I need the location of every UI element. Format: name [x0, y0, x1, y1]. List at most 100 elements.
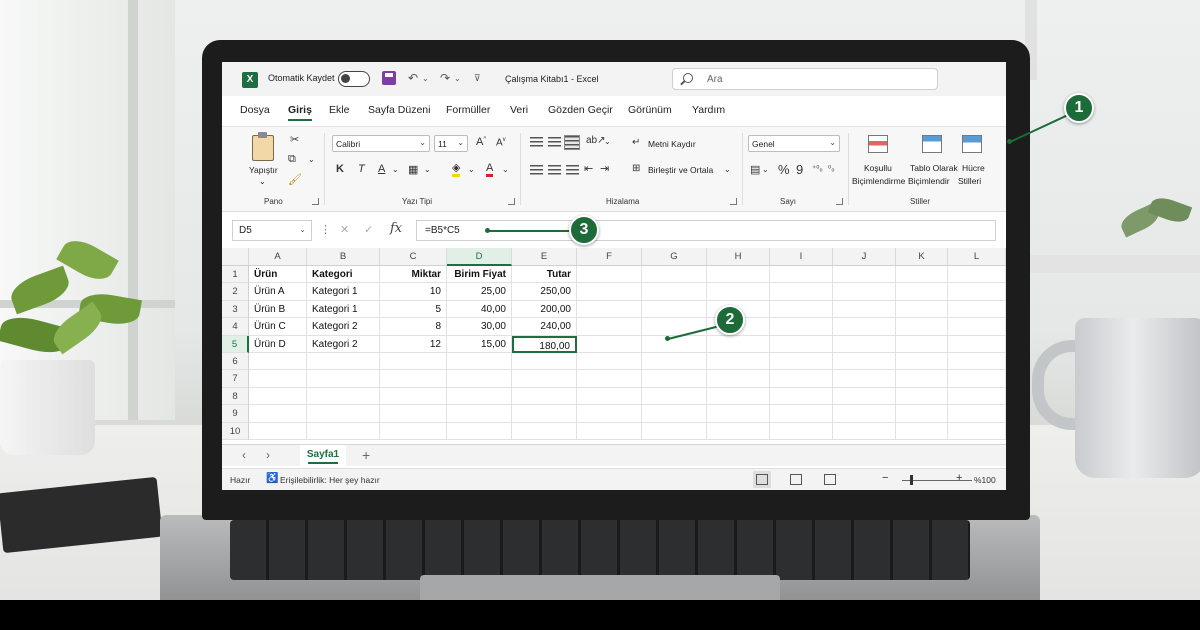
data-cell[interactable]: Ürün C [249, 318, 307, 336]
accounting-format-icon[interactable]: ▤ [750, 163, 760, 176]
decrease-indent-icon[interactable]: ⇤ [584, 162, 593, 175]
accessibility-status[interactable]: Erişilebilirlik: Her şey hazır [280, 475, 380, 485]
empty-cell[interactable] [707, 283, 770, 301]
font-launcher-icon[interactable] [508, 198, 515, 205]
increase-font-icon[interactable]: A^ [476, 136, 486, 148]
redo-icon[interactable]: ↷ [440, 71, 450, 85]
conditional-formatting-label-1[interactable]: Koşullu [864, 163, 892, 173]
paste-label[interactable]: Yapıştır [249, 165, 278, 175]
format-painter-icon[interactable]: 🖌 [288, 173, 302, 186]
cell-styles-label-2[interactable]: Stilleri [958, 176, 981, 186]
previous-sheet-icon[interactable]: ‹ [242, 448, 246, 462]
zoom-slider-thumb[interactable] [910, 475, 913, 485]
enter-check-icon[interactable]: ✓ [364, 223, 373, 236]
empty-cell[interactable] [642, 405, 707, 423]
next-sheet-icon[interactable]: › [266, 448, 270, 462]
empty-cell[interactable] [380, 405, 447, 423]
empty-cell[interactable] [577, 405, 642, 423]
header-cell[interactable]: Miktar [380, 266, 447, 284]
empty-cell[interactable] [307, 370, 380, 388]
data-cell[interactable]: Kategori 2 [307, 318, 380, 336]
empty-cell[interactable] [948, 387, 1006, 406]
column-header[interactable]: D [447, 248, 512, 266]
data-cell[interactable]: Kategori 2 [307, 335, 380, 353]
data-cell[interactable]: Ürün A [249, 283, 307, 301]
empty-cell[interactable] [642, 266, 707, 284]
empty-cell[interactable] [642, 353, 707, 371]
empty-cell[interactable] [948, 283, 1006, 301]
empty-cell[interactable] [833, 370, 896, 388]
font-color-icon[interactable]: A [486, 163, 494, 177]
empty-cell[interactable] [707, 387, 770, 406]
cell-styles-label-1[interactable]: Hücre [962, 163, 985, 173]
data-cell[interactable]: 250,00 [512, 283, 577, 301]
column-header[interactable]: F [577, 248, 642, 266]
more-options-icon[interactable]: ⋮ [320, 223, 331, 236]
empty-cell[interactable] [512, 422, 577, 440]
decrease-decimal-icon[interactable]: ⁰₀ [828, 164, 835, 173]
empty-cell[interactable] [770, 300, 833, 319]
empty-cell[interactable] [707, 370, 770, 388]
row-header[interactable]: 7 [222, 370, 249, 388]
align-left-icon[interactable] [530, 165, 543, 176]
data-cell[interactable]: 10 [380, 283, 447, 301]
italic-button[interactable]: T [358, 163, 365, 175]
empty-cell[interactable] [249, 353, 307, 371]
tab-sayfa-duzeni[interactable]: Sayfa Düzeni [368, 104, 430, 116]
sheet-tab-sayfa1[interactable]: Sayfa1 [300, 445, 346, 466]
data-cell[interactable]: Kategori 1 [307, 300, 380, 319]
empty-cell[interactable] [380, 370, 447, 388]
copy-icon[interactable]: ⧉ [288, 153, 296, 166]
column-header[interactable]: B [307, 248, 380, 266]
select-all-corner[interactable] [222, 248, 249, 266]
save-icon[interactable] [382, 71, 396, 85]
redo-dropdown-icon[interactable]: ⌄ [454, 74, 461, 83]
empty-cell[interactable] [770, 387, 833, 406]
tab-giris[interactable]: Giriş [288, 104, 312, 121]
alignment-launcher-icon[interactable] [730, 198, 737, 205]
search-box[interactable]: Ara [672, 68, 938, 90]
zoom-level[interactable]: %100 [974, 475, 996, 485]
empty-cell[interactable] [447, 405, 512, 423]
orientation-dropdown-icon[interactable]: ⌄ [604, 137, 611, 146]
empty-cell[interactable] [642, 387, 707, 406]
fill-color-dropdown-icon[interactable]: ⌄ [468, 165, 475, 174]
accounting-dropdown-icon[interactable]: ⌄ [762, 165, 769, 174]
empty-cell[interactable] [307, 387, 380, 406]
format-as-table-label-2[interactable]: Biçimlendir [908, 176, 950, 186]
empty-cell[interactable] [896, 300, 948, 319]
column-header[interactable]: L [948, 248, 1006, 266]
empty-cell[interactable] [707, 422, 770, 440]
number-format-combo[interactable]: Genel ⌄ [748, 135, 840, 152]
tab-gozden-gecir[interactable]: Gözden Geçir [548, 104, 613, 116]
row-header[interactable]: 3 [222, 300, 249, 319]
empty-cell[interactable] [896, 405, 948, 423]
increase-decimal-icon[interactable]: ⁺⁰₀ [812, 164, 823, 173]
row-header[interactable]: 2 [222, 283, 249, 301]
empty-cell[interactable] [577, 422, 642, 440]
empty-cell[interactable] [642, 283, 707, 301]
zoom-out-icon[interactable]: − [882, 472, 888, 484]
column-header[interactable]: G [642, 248, 707, 266]
format-as-table-label-1[interactable]: Tablo Olarak [910, 163, 958, 173]
empty-cell[interactable] [948, 405, 1006, 423]
empty-cell[interactable] [833, 283, 896, 301]
empty-cell[interactable] [770, 405, 833, 423]
empty-cell[interactable] [833, 405, 896, 423]
data-cell[interactable]: 30,00 [447, 318, 512, 336]
paste-icon[interactable] [252, 132, 274, 161]
empty-cell[interactable] [896, 335, 948, 353]
quick-access-customize-icon[interactable]: ⊽ [474, 73, 481, 84]
tab-yardim[interactable]: Yardım [692, 104, 725, 116]
fill-color-icon[interactable]: ◈ [452, 163, 461, 177]
data-cell[interactable]: 40,00 [447, 300, 512, 319]
data-cell[interactable]: 12 [380, 335, 447, 353]
header-cell[interactable]: Tutar [512, 266, 577, 284]
empty-cell[interactable] [512, 405, 577, 423]
empty-cell[interactable] [577, 283, 642, 301]
name-box[interactable]: D5 ⌄ [232, 220, 312, 241]
empty-cell[interactable] [249, 422, 307, 440]
merge-center-button[interactable]: Birleştir ve Ortala [648, 165, 713, 175]
empty-cell[interactable] [447, 387, 512, 406]
empty-cell[interactable] [707, 266, 770, 284]
